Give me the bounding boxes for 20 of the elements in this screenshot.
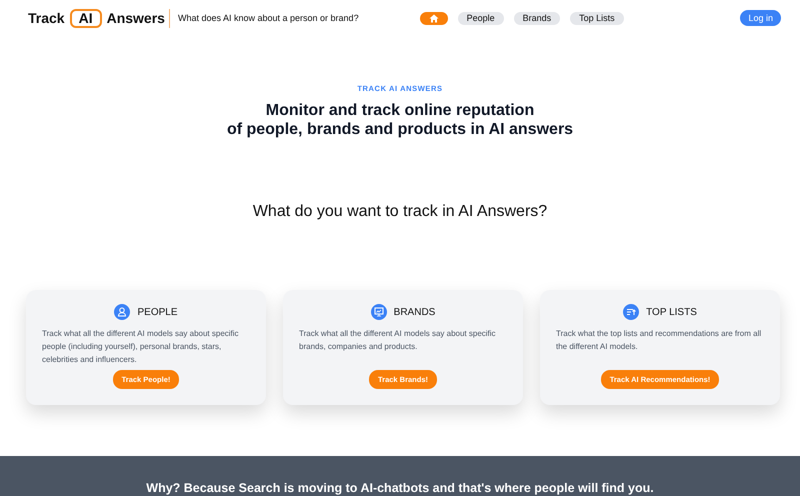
card-title: PEOPLE (137, 306, 178, 318)
card-description: Track what all the different AI models say about specific people (including yourself), personal brands, stars, celebrities and influencers. (42, 328, 240, 366)
logo[interactable]: Track AI Answers (28, 8, 170, 28)
person-icon (114, 304, 130, 320)
footer-text: Why? Because Search is moving to AI-chatbots and that's where people will find you. (146, 481, 654, 496)
list-icon (623, 304, 640, 320)
login-button[interactable]: Log in (740, 10, 781, 26)
card-title: BRANDS (394, 306, 436, 318)
card-title: TOP LISTS (646, 306, 697, 318)
nav-link[interactable]: People (458, 12, 504, 24)
nav-link[interactable]: Top Lists (570, 12, 624, 24)
tagline: What does AI know about a person or brand? (178, 13, 359, 23)
hero-title: Monitor and track online reputation of people, brands and products in AI answers (226, 101, 574, 139)
home-icon (428, 14, 439, 22)
home-button[interactable] (420, 12, 448, 24)
monitor-icon (370, 304, 387, 320)
card-description: Track what all the different AI models say about specific brands, companies and products. (299, 328, 497, 353)
nav-link[interactable]: Brands (514, 12, 560, 24)
card-description: Track what the top lists and recommendations are from all the different AI models. (556, 328, 762, 353)
question-heading: What do you want to track in AI Answers? (252, 203, 548, 221)
